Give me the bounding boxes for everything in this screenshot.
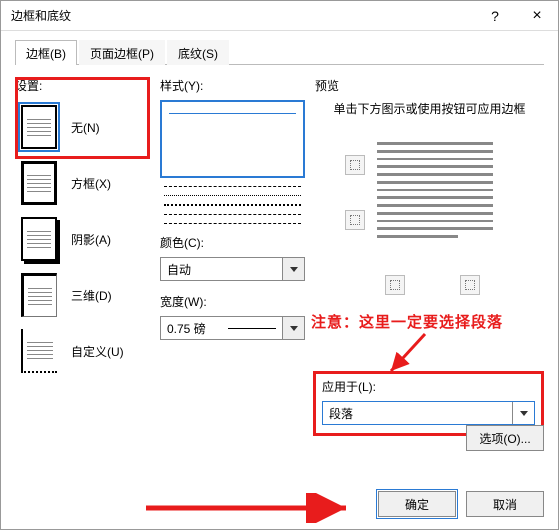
setting-custom-icon (21, 329, 57, 373)
preview-border-left-button[interactable] (385, 275, 405, 295)
width-value: 0.75 磅 (161, 320, 222, 337)
setting-3d[interactable]: 三维(D) (15, 268, 145, 322)
preview-stage (315, 130, 544, 300)
color-combo[interactable]: 自动 (160, 257, 305, 281)
setting-box[interactable]: 方框(X) (15, 156, 145, 210)
setting-3d-icon (21, 273, 57, 317)
style-label: 样式(Y): (160, 77, 305, 94)
tab-shading[interactable]: 底纹(S) (167, 40, 229, 65)
setting-custom-label: 自定义(U) (71, 343, 124, 360)
setting-shadow[interactable]: 阴影(A) (15, 212, 145, 266)
width-sample-line (228, 328, 277, 329)
width-combo[interactable]: 0.75 磅 (160, 316, 305, 340)
tab-bar: 边框(B) 页面边框(P) 底纹(S) (15, 39, 544, 65)
color-value: 自动 (161, 261, 282, 278)
applyto-combo[interactable]: 段落 (322, 401, 535, 425)
setting-custom[interactable]: 自定义(U) (15, 324, 145, 378)
applyto-label: 应用于(L): (322, 378, 535, 395)
color-label: 颜色(C): (160, 234, 305, 251)
setting-shadow-label: 阴影(A) (71, 231, 111, 248)
style-column: 样式(Y): 颜色(C): 自动 宽度(W): (160, 77, 305, 340)
preview-border-top-button[interactable] (345, 155, 365, 175)
ok-button[interactable]: 确定 (378, 491, 456, 517)
preview-label: 预览 (315, 77, 544, 94)
setting-box-icon (21, 161, 57, 205)
preview-paragraph[interactable] (375, 140, 495, 240)
setting-none-label: 无(N) (71, 119, 100, 136)
chevron-down-icon (282, 317, 304, 339)
chevron-down-icon (282, 258, 304, 280)
dialog-body: 边框(B) 页面边框(P) 底纹(S) 设置: 无(N) (1, 31, 558, 529)
setting-3d-label: 三维(D) (71, 287, 112, 304)
dialog-footer: 确定 取消 (378, 491, 544, 517)
dialog-window: 边框和底纹 ? × 边框(B) 页面边框(P) 底纹(S) 设置: 无(N) (0, 0, 559, 530)
close-button[interactable]: × (516, 1, 558, 31)
width-label: 宽度(W): (160, 293, 305, 310)
titlebar: 边框和底纹 ? × (1, 1, 558, 31)
preview-border-bottom-button[interactable] (345, 210, 365, 230)
setting-box-label: 方框(X) (71, 175, 111, 192)
annotation-text: 注意：这里一定要选择段落 (311, 311, 503, 332)
help-button[interactable]: ? (474, 1, 516, 31)
cancel-button[interactable]: 取消 (466, 491, 544, 517)
preview-border-right-button[interactable] (460, 275, 480, 295)
options-button[interactable]: 选项(O)... (466, 425, 544, 451)
annotation-arrow-ok-icon (141, 493, 361, 523)
preview-hint: 单击下方图示或使用按钮可应用边框 (315, 100, 544, 118)
settings-label: 设置: (15, 77, 145, 94)
applyto-value: 段落 (323, 405, 512, 422)
style-list-more[interactable] (160, 186, 305, 224)
preview-column: 预览 单击下方图示或使用按钮可应用边框 (315, 77, 544, 300)
setting-none[interactable]: 无(N) (15, 100, 145, 154)
style-list[interactable] (160, 100, 305, 178)
settings-column: 设置: 无(N) 方框(X) 阴影 (15, 77, 145, 380)
window-title: 边框和底纹 (1, 7, 474, 24)
tab-content: 设置: 无(N) 方框(X) 阴影 (15, 77, 544, 479)
chevron-down-icon (512, 402, 534, 424)
tab-page-borders[interactable]: 页面边框(P) (79, 40, 165, 65)
options-area: 选项(O)... (466, 425, 544, 451)
setting-shadow-icon (21, 217, 57, 261)
tab-borders[interactable]: 边框(B) (15, 40, 77, 65)
setting-none-icon (21, 105, 57, 149)
